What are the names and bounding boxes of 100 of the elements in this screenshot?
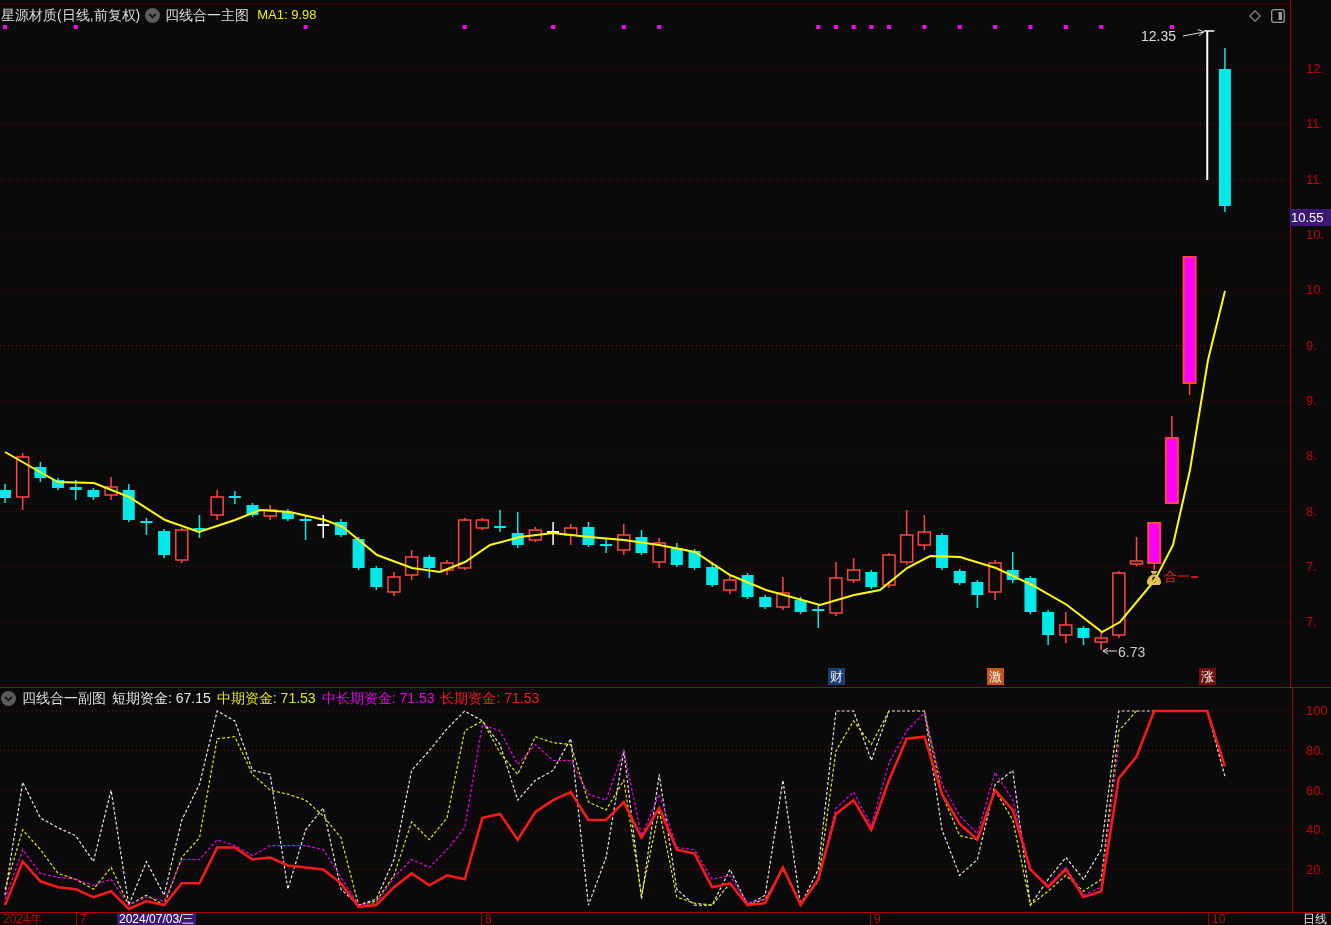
rising-candle [387,571,401,597]
falling-candle [971,579,984,609]
signal-marker [621,25,626,29]
falling-candle [246,502,259,518]
falling-candle [494,509,507,533]
signal-marker [303,25,308,29]
diamond-icon[interactable] [1249,10,1261,22]
low-price-label: 6.73 [1118,644,1146,661]
price-axis-label: 8. [1306,448,1317,464]
falling-candle [34,461,47,483]
chevron-down-icon[interactable] [145,7,161,23]
falling-candle [1042,609,1055,646]
value-axis-label: 60. [1306,782,1325,798]
signal-marker [551,25,556,29]
security-title: 星源材质(日线,前复权) [1,6,141,24]
falling-candle [812,604,825,629]
leader-line [1190,576,1199,578]
signal-marker [993,25,998,29]
falling-candle [759,594,772,610]
date-axis-label: 9 [870,913,881,925]
rising-candle [457,517,472,571]
signal-marker [3,25,7,29]
falling-candle [140,517,153,536]
price-axis-label: 7. [1306,558,1317,574]
pointer-arrow [1182,29,1205,37]
falling-candle [953,568,966,586]
falling-candle [370,565,383,591]
legend-reading: 短期资金: 67.15 [112,689,211,707]
rising-candle [723,574,737,595]
indicator-name: 四线合一主图 [165,6,250,24]
price-axis-label: 8. [1306,503,1317,519]
event-tag[interactable]: 激 [987,668,1005,685]
falling-candle [158,528,171,559]
price-axis-label: 7. [1306,614,1317,630]
falling-candle [600,537,613,554]
rising-candle [1059,611,1073,644]
falling-candle [0,483,11,504]
rising-candle [210,489,224,521]
signal-marker [1169,25,1174,29]
rising-candle [617,523,631,556]
chevron-down-icon[interactable] [1,690,16,706]
falling-candle [1077,625,1090,646]
value-axis-label: 100 [1306,703,1328,719]
period-label: 日线 [1303,913,1327,925]
falling-candle [228,490,241,505]
rising-candle [15,452,30,511]
falling-candle [511,511,524,549]
rising-candle [1129,536,1144,567]
falling-candle [741,572,754,600]
event-tag[interactable]: 财 [827,668,845,685]
price-axis-label: 10. [1306,282,1325,298]
signal-marker [657,25,662,29]
rising-candle [440,559,454,576]
indicator-name: 四线合一副图 [22,689,106,707]
signal-marker [1028,25,1033,29]
signal-label: 合一 [1164,569,1190,585]
rising-candle [899,509,914,566]
rising-candle [528,526,543,543]
date-axis-label: 8 [481,913,492,925]
falling-candle [670,542,683,568]
price-axis-label: 10. [1306,227,1325,243]
falling-candle [334,518,347,538]
rising-candle [846,557,861,584]
falling-candle [936,532,949,571]
panel-toggle-icon[interactable] [1271,9,1285,23]
signal-marker [1063,25,1068,29]
price-axis-label: 11. [1306,116,1324,132]
date-axis-label: 7 [76,913,87,925]
falling-candle [122,483,135,523]
rising-candle [882,552,896,589]
value-axis-label: 80. [1306,743,1325,759]
rising-candle [652,537,666,569]
falling-candle [1006,551,1019,584]
price-axis-label: 12. [1306,61,1325,77]
value-axis-label: 40. [1306,822,1325,838]
event-tag[interactable]: 涨 [1199,668,1217,685]
date-axis-label: 10 [1208,913,1226,925]
falling-candle [423,554,436,579]
rising-candle [1112,570,1126,639]
rising-candle [404,549,419,581]
signal-marker [462,25,467,29]
price-axis-label: 9. [1306,392,1317,408]
rising-candle [1147,522,1162,571]
falling-candle [87,487,100,501]
rising-candle [175,527,189,564]
rising-candle [475,517,490,531]
rising-candle [776,576,790,611]
ma-reading: MA1: 9.98 [257,6,317,24]
signal-marker [887,25,891,29]
rising-candle [564,523,578,546]
rising-candle [263,504,277,521]
falling-candle [193,514,206,539]
falling-candle [794,596,807,615]
falling-candle [688,548,701,571]
price-axis-label: 9. [1306,337,1317,353]
rising-candle [104,476,118,501]
signal-marker [957,25,962,29]
falling-candle [635,529,648,556]
signal-marker [869,25,874,29]
falling-candle [1024,575,1037,615]
